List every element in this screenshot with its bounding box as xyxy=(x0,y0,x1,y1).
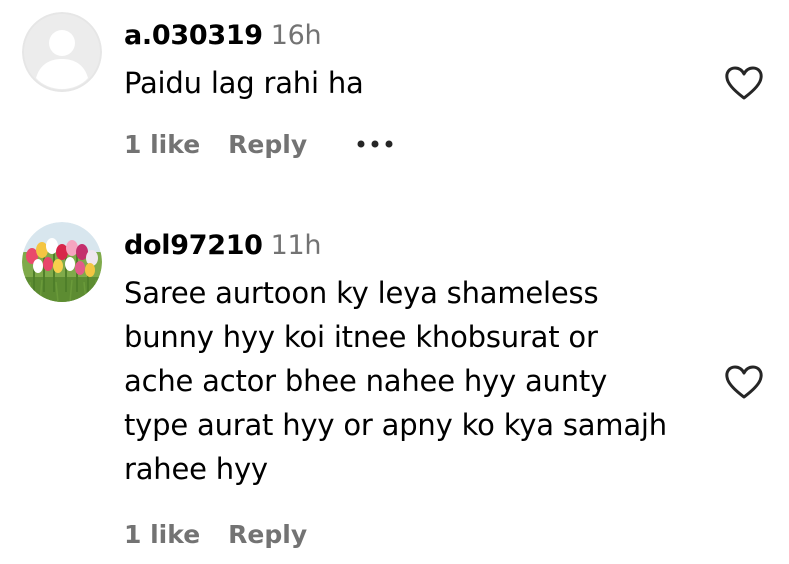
username-text[interactable]: dol97210 xyxy=(124,230,263,261)
heart-outline-icon[interactable] xyxy=(724,364,764,400)
avatar[interactable] xyxy=(22,12,102,92)
comment-username[interactable]: a.030319 16h xyxy=(124,20,322,51)
default-avatar-icon xyxy=(22,12,102,92)
comment-actions: 1 like Reply xyxy=(124,130,307,159)
comment-actions: 1 like Reply xyxy=(124,520,307,549)
tulip-flowers-photo xyxy=(22,222,102,302)
heart-outline-icon[interactable] xyxy=(724,65,764,101)
like-count[interactable]: 1 like xyxy=(124,130,200,159)
reply-button[interactable]: Reply xyxy=(228,130,307,159)
more-options-icon[interactable] xyxy=(355,138,395,150)
username-text[interactable]: a.030319 xyxy=(124,20,263,51)
avatar[interactable] xyxy=(22,222,102,302)
comment-username[interactable]: dol97210 11h xyxy=(124,230,322,261)
comment-text: Saree aurtoon ky leya shameless bunny hy… xyxy=(124,276,667,486)
comment-time: 11h xyxy=(270,230,322,261)
comment-item: a.030319 16h Paidu lag rahi ha 1 like Rep… xyxy=(0,0,789,190)
comment-time: 16h xyxy=(270,20,322,51)
like-count[interactable]: 1 like xyxy=(124,520,200,549)
reply-button[interactable]: Reply xyxy=(228,520,307,549)
comment-item: dol97210 11h Saree aurtoon ky leya shamel… xyxy=(0,190,789,564)
comment-text: Paidu lag rahi ha xyxy=(124,66,364,100)
